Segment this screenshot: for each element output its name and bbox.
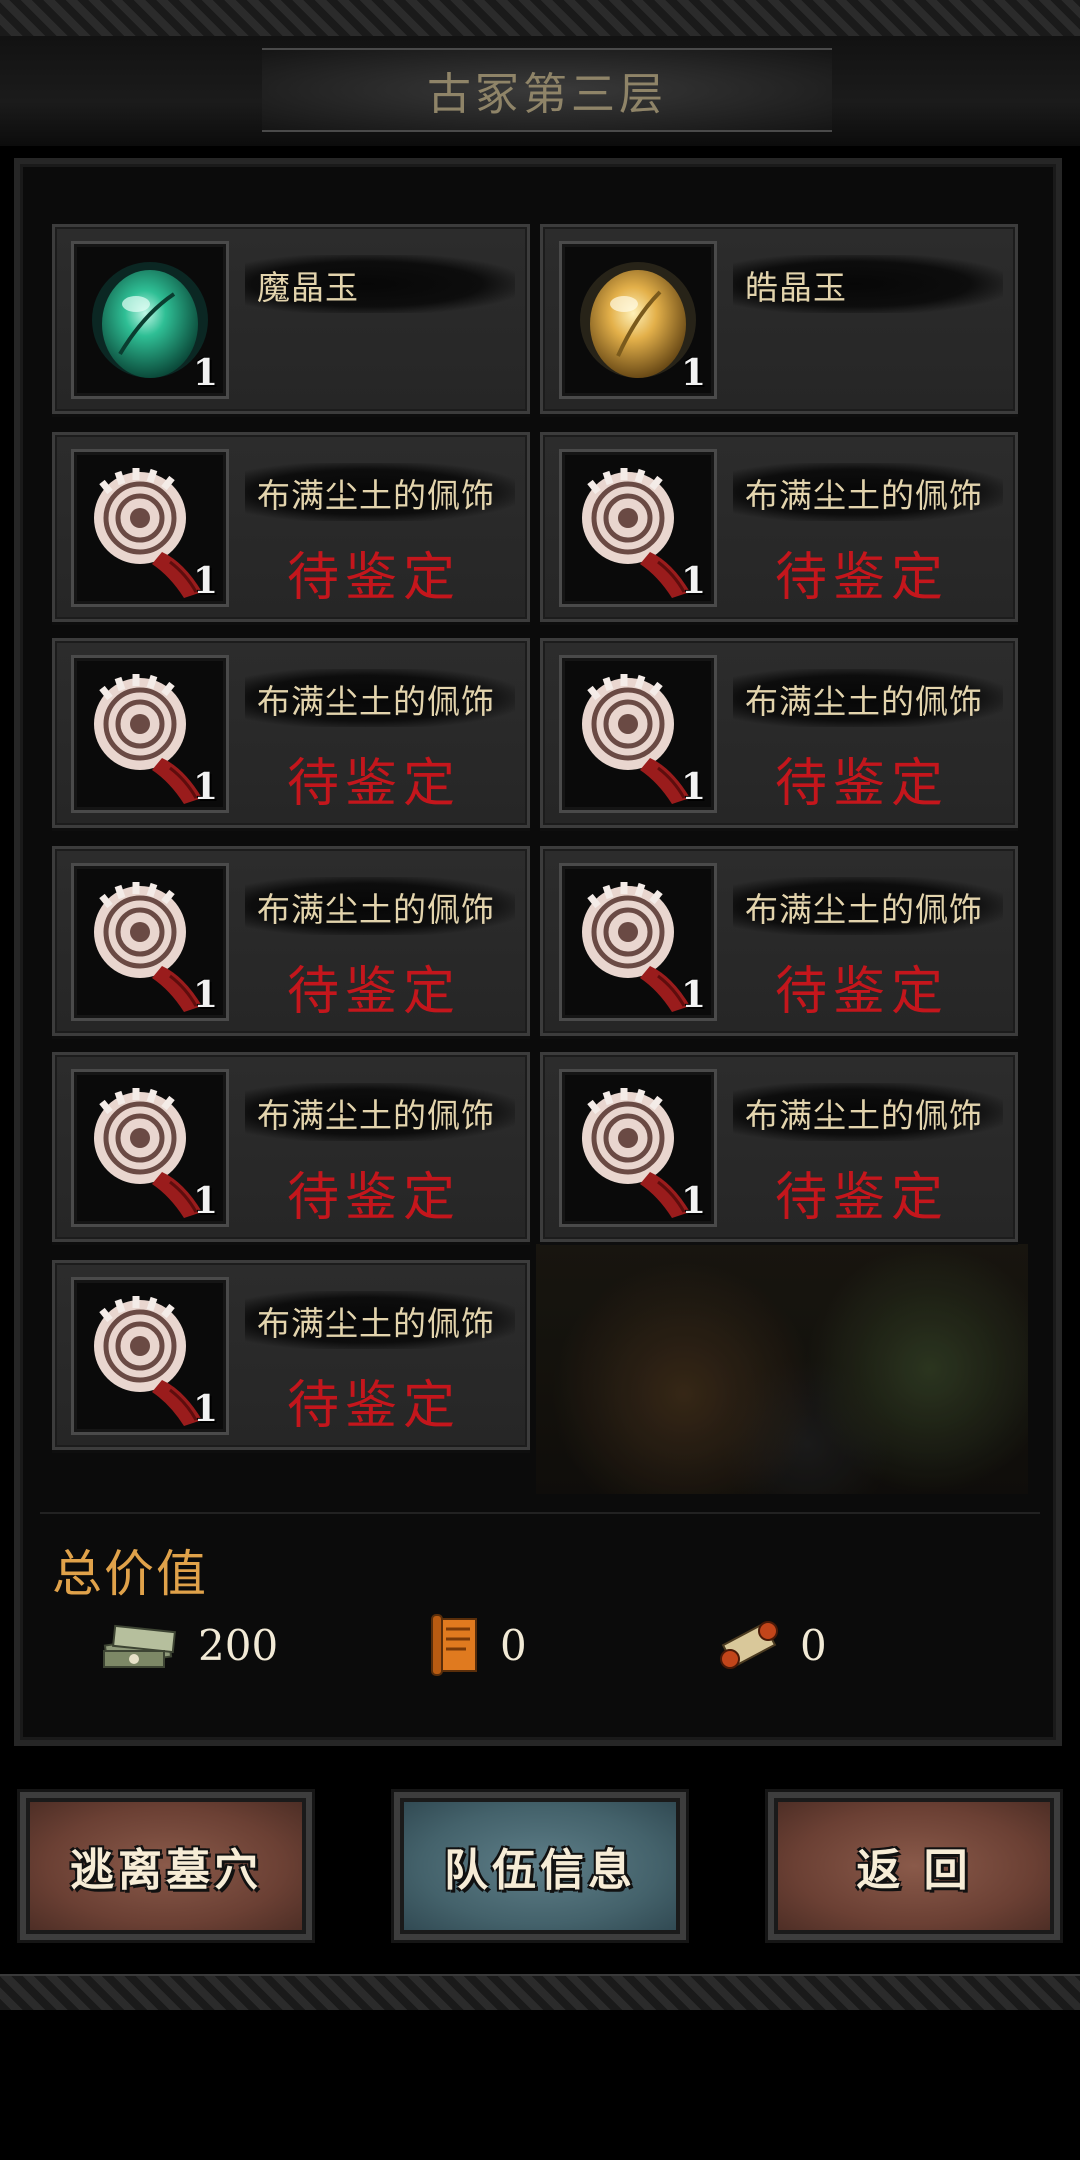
currency-rolled-scroll: 0 (712, 1610, 827, 1680)
item-name: 布满尘土的佩饰 (745, 890, 983, 929)
bottom-border (0, 1974, 1080, 2010)
item-name: 皓晶玉 (745, 268, 847, 307)
back-label: 返 回 (856, 1845, 972, 1896)
item-count: 1 (192, 1180, 218, 1222)
section-divider (40, 1512, 1040, 1514)
team-info-button[interactable]: 队伍信息 (394, 1792, 686, 1940)
item-count: 1 (680, 560, 706, 602)
item-status: 待鉴定 (287, 1376, 462, 1436)
item-name: 布满尘土的佩饰 (745, 476, 983, 515)
item-icon-frame: 1 (559, 655, 717, 813)
item-count: 1 (192, 1388, 218, 1430)
item-icon-frame: 1 (71, 241, 229, 399)
item-status: 待鉴定 (775, 962, 950, 1022)
item-status: 待鉴定 (775, 1168, 950, 1228)
loot-slot[interactable]: 1 布满尘土的佩饰待鉴定 (52, 432, 530, 622)
rolled-scroll-icon (720, 1621, 778, 1669)
page-title: 古冢第三层 (427, 69, 667, 120)
escape-tomb-label: 逃离墓穴 (70, 1845, 262, 1896)
orange-scroll-icon (431, 1614, 477, 1676)
orange-scroll-value: 0 (500, 1620, 527, 1670)
money-stack-icon (103, 1624, 176, 1668)
top-border (0, 0, 1080, 38)
item-icon-frame: 1 (71, 655, 229, 813)
item-name: 布满尘土的佩饰 (257, 1096, 495, 1135)
item-count: 1 (192, 352, 218, 394)
loot-slot[interactable]: 1 魔晶玉 (52, 224, 530, 414)
item-icon-frame: 1 (71, 1277, 229, 1435)
item-status: 待鉴定 (775, 754, 950, 814)
item-status: 待鉴定 (287, 1168, 462, 1228)
item-count: 1 (192, 974, 218, 1016)
treasure-pile-decoration (536, 1244, 1028, 1494)
item-icon-frame: 1 (71, 1069, 229, 1227)
loot-slot[interactable]: 1 布满尘土的佩饰待鉴定 (52, 1260, 530, 1450)
item-count: 1 (680, 1180, 706, 1222)
item-icon-frame: 1 (559, 449, 717, 607)
item-name: 魔晶玉 (257, 268, 359, 307)
loot-slot[interactable]: 1 布满尘土的佩饰待鉴定 (52, 846, 530, 1036)
currency-orange-scroll: 0 (426, 1610, 527, 1680)
item-status: 待鉴定 (775, 548, 950, 608)
item-icon-frame: 1 (559, 863, 717, 1021)
item-name: 布满尘土的佩饰 (257, 476, 495, 515)
item-count: 1 (680, 974, 706, 1016)
loot-slot[interactable]: 1 布满尘土的佩饰待鉴定 (540, 846, 1018, 1036)
item-name: 布满尘土的佩饰 (257, 682, 495, 721)
loot-slot[interactable]: 1 布满尘土的佩饰待鉴定 (52, 638, 530, 828)
loot-slot[interactable]: 1 布满尘土的佩饰待鉴定 (52, 1052, 530, 1242)
loot-slot[interactable]: 1 布满尘土的佩饰待鉴定 (540, 1052, 1018, 1242)
escape-tomb-button[interactable]: 逃离墓穴 (20, 1792, 312, 1940)
team-info-label: 队伍信息 (444, 1845, 636, 1896)
back-button[interactable]: 返 回 (768, 1792, 1060, 1940)
rolled-scroll-value: 0 (800, 1620, 827, 1670)
item-icon-frame: 1 (71, 863, 229, 1021)
item-name: 布满尘土的佩饰 (745, 682, 983, 721)
item-name: 布满尘土的佩饰 (257, 890, 495, 929)
item-icon-frame: 1 (71, 449, 229, 607)
item-count: 1 (192, 560, 218, 602)
total-value-label: 总价值 (52, 1545, 208, 1603)
item-count: 1 (680, 352, 706, 394)
money-value: 200 (198, 1620, 279, 1670)
item-status: 待鉴定 (287, 962, 462, 1022)
item-name: 布满尘土的佩饰 (745, 1096, 983, 1135)
title-plate: 古冢第三层 (262, 48, 832, 132)
item-status: 待鉴定 (287, 754, 462, 814)
item-count: 1 (680, 766, 706, 808)
item-name: 布满尘土的佩饰 (257, 1304, 495, 1343)
loot-slot[interactable]: 1 布满尘土的佩饰待鉴定 (540, 432, 1018, 622)
loot-slot[interactable]: 1 皓晶玉 (540, 224, 1018, 414)
loot-slot[interactable]: 1 布满尘土的佩饰待鉴定 (540, 638, 1018, 828)
currency-money: 200 (100, 1610, 278, 1680)
item-icon-frame: 1 (559, 241, 717, 399)
item-icon-frame: 1 (559, 1069, 717, 1227)
item-count: 1 (192, 766, 218, 808)
item-status: 待鉴定 (287, 548, 462, 608)
